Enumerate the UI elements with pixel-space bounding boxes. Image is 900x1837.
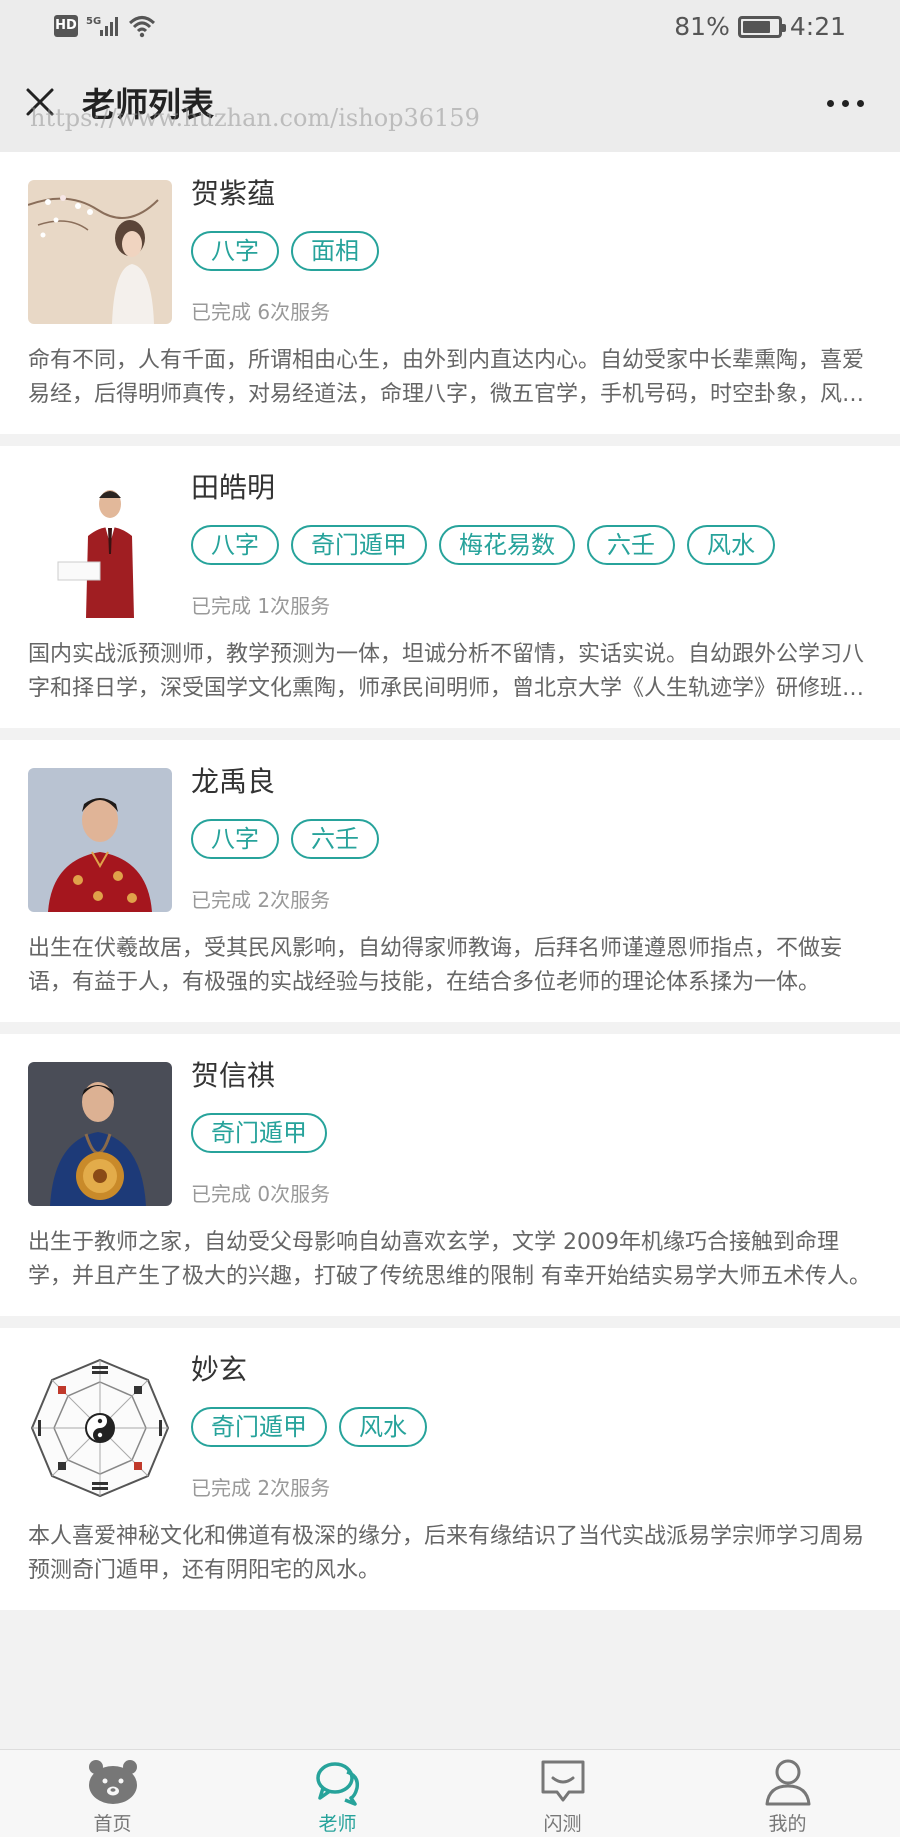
tag-badge[interactable]: 八字 [191, 231, 279, 271]
watermark: https://www.huzhan.com/ishop36159 [30, 104, 480, 132]
teacher-description: 命有不同，人有千面，所谓相由心生，由外到内直达内心。自幼受家中长辈熏陶，喜爱易经… [28, 348, 865, 407]
teacher-card[interactable]: 田皓明 八字 奇门遁甲 梅花易数 六壬 风水 已完成 1次服务 国内实战派预测师… [0, 446, 900, 728]
hd-icon: HD [54, 15, 78, 37]
tab-label: 闪测 [543, 1813, 582, 1835]
teacher-avatar [28, 180, 172, 324]
teacher-name: 妙玄 [191, 1353, 248, 1386]
tag-badge[interactable]: 面相 [291, 231, 379, 271]
teacher-description: 国内实战派预测师，教学预测为一体，坦诚分析不留情，实话实说。自幼跟外公学习八字和… [28, 642, 865, 701]
tag-list: 八字 六壬 [191, 819, 872, 859]
dot-icon [857, 100, 864, 107]
teacher-description: 出生于教师之家，自幼受父母影响自幼喜欢玄学，文学 2009年机缘巧合接触到命理学… [28, 1230, 871, 1289]
message-box-icon [541, 1760, 584, 1802]
user-icon [765, 1759, 810, 1806]
battery-icon [737, 15, 786, 38]
svg-text:5G: 5G [86, 16, 101, 27]
tag-badge[interactable]: 八字 [191, 819, 279, 859]
teacher-avatar [28, 474, 172, 618]
teacher-description: 出生在伏羲故居，受其民风影响，自幼得家师教诲，后拜名师谨遵恩师指点，不做妄语，有… [28, 936, 843, 995]
dot-icon [827, 100, 834, 107]
tag-badge[interactable]: 风水 [687, 525, 775, 565]
teacher-name: 田皓明 [191, 471, 276, 504]
tag-badge[interactable]: 奇门遁甲 [191, 1113, 327, 1153]
service-count: 已完成 2次服务 [191, 888, 331, 912]
tab-label: 首页 [93, 1813, 132, 1835]
teacher-card[interactable]: 贺信祺 奇门遁甲 已完成 0次服务 出生于教师之家，自幼受父母影响自幼喜欢玄学，… [0, 1034, 900, 1316]
service-count: 已完成 0次服务 [191, 1182, 331, 1206]
tag-list: 八字 奇门遁甲 梅花易数 六壬 风水 [191, 525, 872, 565]
tab-flash-test[interactable]: 闪测 [450, 1750, 675, 1837]
signal-icon: 5G [86, 16, 118, 36]
teacher-name: 贺信祺 [191, 1059, 276, 1092]
status-right: 81% 4:21 [674, 12, 846, 41]
bear-icon [88, 1760, 137, 1804]
tab-teachers[interactable]: 老师 [225, 1750, 450, 1837]
service-count: 已完成 6次服务 [191, 300, 331, 324]
tag-list: 奇门遁甲 风水 [191, 1407, 872, 1447]
more-menu-button[interactable] [827, 100, 864, 107]
teacher-description: 本人喜爱神秘文化和佛道有极深的缘分，后来有缘结识了当代实战派易学宗师学习周易预测… [28, 1524, 865, 1583]
tab-label: 老师 [318, 1813, 357, 1835]
teacher-avatar [28, 1062, 172, 1206]
nav-bar: 老师列表 https://www.huzhan.com/ishop36159 [0, 58, 900, 152]
tab-home[interactable]: 首页 [0, 1750, 225, 1837]
tag-list: 奇门遁甲 [191, 1113, 872, 1153]
tag-badge[interactable]: 奇门遁甲 [191, 1407, 327, 1447]
status-indicators: HD 5G [54, 14, 156, 38]
bottom-tab-bar: 首页 老师 闪测 我的 [0, 1749, 900, 1837]
teacher-name: 贺紫蕴 [191, 177, 276, 210]
service-count: 已完成 1次服务 [191, 594, 331, 618]
clock: 4:21 [789, 12, 846, 41]
tag-badge[interactable]: 六壬 [291, 819, 379, 859]
tag-badge[interactable]: 奇门遁甲 [291, 525, 427, 565]
teacher-list: 贺紫蕴 八字 面相 已完成 6次服务 命有不同，人有千面，所谓相由心生，由外到内… [0, 152, 900, 1622]
tag-badge[interactable]: 六壬 [587, 525, 675, 565]
chat-bubbles-icon [315, 1762, 359, 1806]
tab-profile[interactable]: 我的 [675, 1750, 900, 1837]
battery-level [742, 20, 771, 33]
tab-label: 我的 [768, 1813, 807, 1835]
teacher-card[interactable]: 贺紫蕴 八字 面相 已完成 6次服务 命有不同，人有千面，所谓相由心生，由外到内… [0, 152, 900, 434]
tag-list: 八字 面相 [191, 231, 872, 271]
teacher-card[interactable]: 妙玄 奇门遁甲 风水 已完成 2次服务 本人喜爱神秘文化和佛道有极深的缘分，后来… [0, 1328, 900, 1610]
status-bar: HD 5G 81% 4:21 [0, 0, 900, 58]
teacher-name: 龙禹良 [191, 765, 276, 798]
battery-percent: 81% [674, 12, 730, 41]
dot-icon [842, 100, 849, 107]
teacher-card[interactable]: 龙禹良 八字 六壬 已完成 2次服务 出生在伏羲故居，受其民风影响，自幼得家师教… [0, 740, 900, 1022]
tag-badge[interactable]: 风水 [339, 1407, 427, 1447]
tag-badge[interactable]: 梅花易数 [439, 525, 575, 565]
tag-badge[interactable]: 八字 [191, 525, 279, 565]
teacher-avatar [28, 1356, 172, 1500]
teacher-avatar [28, 768, 172, 912]
wifi-icon [128, 16, 156, 38]
service-count: 已完成 2次服务 [191, 1476, 331, 1500]
